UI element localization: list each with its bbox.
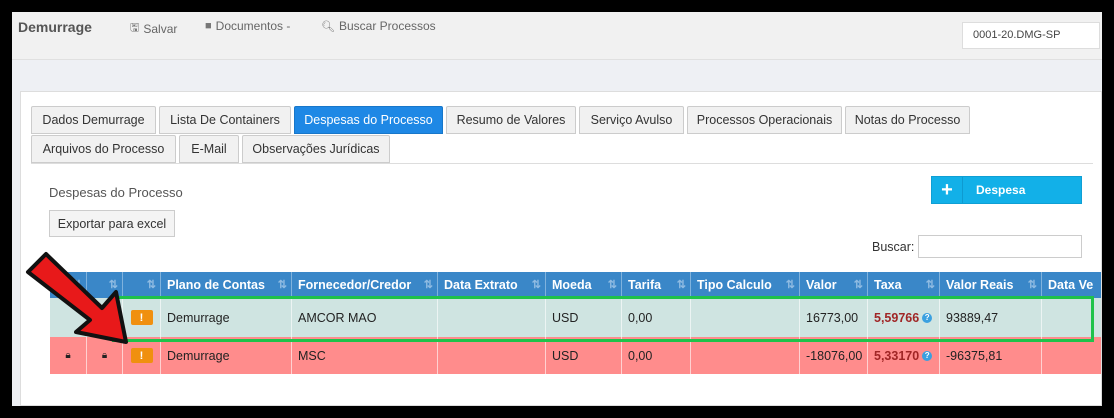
- search-processes-button[interactable]: 🔍︎ Buscar Processos: [321, 19, 436, 33]
- table-row[interactable]: ! Demurrage AMCOR MAO USD 0,00 16773,00 …: [50, 298, 1101, 337]
- col-header-fornecedor[interactable]: Fornecedor/Credor ⇅: [292, 272, 438, 298]
- tab-resumo-valores[interactable]: Resumo de Valores: [446, 106, 576, 134]
- annotation-arrow-icon: [26, 252, 128, 344]
- tab-observacoes-juridicas[interactable]: Observações Jurídicas: [242, 135, 390, 163]
- sort-icon: ⇅: [676, 279, 686, 291]
- add-expense-button[interactable]: + Despesa: [931, 176, 1082, 204]
- sort-icon: ⇅: [785, 279, 795, 291]
- help-icon[interactable]: ?: [922, 350, 933, 361]
- cell-taxa: 5,33170 ?: [868, 337, 940, 374]
- cell-plano: Demurrage: [161, 298, 292, 337]
- search-icon: 🔍︎: [321, 20, 335, 33]
- search-label: Buscar:: [872, 240, 915, 254]
- documents-label: Documentos -: [215, 19, 291, 33]
- process-selector[interactable]: 0001-20.DMG-SP: [962, 22, 1100, 49]
- save-icon: 🖫: [130, 22, 140, 34]
- sort-icon: ⇅: [853, 279, 863, 291]
- export-excel-button[interactable]: Exportar para excel: [49, 210, 175, 237]
- cell-fornecedor: AMCOR MAO: [292, 298, 438, 337]
- cell-data-ve: [1042, 298, 1101, 337]
- add-expense-label: Despesa: [976, 183, 1026, 197]
- col-header-tarifa[interactable]: Tarifa ⇅: [622, 272, 691, 298]
- cell-data-extrato: [438, 337, 546, 374]
- col-header-valor[interactable]: Valor ⇅: [800, 272, 868, 298]
- tab-notas-processo[interactable]: Notas do Processo: [845, 106, 970, 134]
- tab-processos-operacionais[interactable]: Processos Operacionais: [687, 106, 842, 134]
- cell-tarifa: 0,00: [622, 337, 691, 374]
- table-header: ⇅ ⇅ ⇅ Plano de Contas⇅ Fornecedor/Credor…: [50, 272, 1101, 298]
- col-header-valor-reais[interactable]: Valor Reais ⇅: [940, 272, 1042, 298]
- save-label: Salvar: [143, 21, 178, 36]
- col-header-data-extrato[interactable]: Data Extrato ⇅: [438, 272, 546, 298]
- top-navbar: Demurrage 🖫 Salvar ■ Documentos - 🔍︎ Bus…: [12, 12, 1102, 60]
- cell-moeda: USD: [546, 298, 622, 337]
- cell-tipo-calculo: [691, 298, 800, 337]
- cell-fornecedor: MSC: [292, 337, 438, 374]
- sort-icon: ⇅: [531, 279, 541, 291]
- col-header-data-ve[interactable]: Data Ve: [1042, 272, 1101, 298]
- tab-email[interactable]: E-Mail: [179, 135, 239, 163]
- sort-icon: ⇅: [925, 279, 935, 291]
- sort-icon: ⇅: [1027, 279, 1037, 291]
- search-processes-label: Buscar Processos: [338, 19, 436, 33]
- tab-dados-demurrage[interactable]: Dados Demurrage: [31, 106, 156, 134]
- cell-valor: 16773,00: [800, 298, 868, 337]
- sort-icon: ⇅: [277, 279, 287, 291]
- col-header-plano[interactable]: Plano de Contas ⇅: [161, 272, 292, 298]
- toolbar-strip: [12, 60, 1102, 90]
- taxa-value: 5,33170: [874, 348, 920, 363]
- table-row[interactable]: 🔒︎ 🔒︎ ! Demurrage MSC USD 0,00 -18076,00…: [50, 337, 1101, 374]
- cell-tipo-calculo: [691, 337, 800, 374]
- tab-despesas-processo[interactable]: Despesas do Processo: [294, 106, 443, 134]
- col-header-taxa[interactable]: Taxa ⇅: [868, 272, 940, 298]
- documents-menu[interactable]: ■ Documentos -: [205, 19, 290, 33]
- cell-data-extrato: [438, 298, 546, 337]
- sort-icon: ⇅: [146, 279, 156, 291]
- cell-valor: -18076,00: [800, 337, 868, 374]
- plus-icon: +: [932, 177, 963, 203]
- tab-arquivos-processo[interactable]: Arquivos do Processo: [31, 135, 176, 163]
- folder-icon: ■: [205, 20, 212, 32]
- sort-icon: ⇅: [423, 279, 433, 291]
- col-header-tipo-calculo[interactable]: Tipo Calculo ⇅: [691, 272, 800, 298]
- tab-lista-containers[interactable]: Lista De Containers: [159, 106, 291, 134]
- section-title: Despesas do Processo: [49, 185, 183, 200]
- tab-servico-avulso[interactable]: Serviço Avulso: [579, 106, 684, 134]
- save-button[interactable]: 🖫 Salvar: [130, 19, 177, 38]
- col-header-moeda[interactable]: Moeda ⇅: [546, 272, 622, 298]
- cell-tarifa: 0,00: [622, 298, 691, 337]
- cell-valor-reais: 93889,47: [940, 298, 1042, 337]
- cell-valor-reais: -96375,81: [940, 337, 1042, 374]
- tab-bar: Dados Demurrage Lista De Containers Desp…: [31, 106, 1091, 166]
- app-brand[interactable]: Demurrage: [18, 19, 92, 35]
- content-panel: Dados Demurrage Lista De Containers Desp…: [20, 91, 1102, 406]
- cell-plano: Demurrage: [161, 337, 292, 374]
- cell-taxa: 5,59766 ?: [868, 298, 940, 337]
- sort-icon: ⇅: [607, 279, 617, 291]
- tab-divider: [31, 163, 1093, 164]
- taxa-value: 5,59766: [874, 310, 920, 325]
- cell-data-ve: [1042, 337, 1101, 374]
- app-window: Demurrage 🖫 Salvar ■ Documentos - 🔍︎ Bus…: [12, 12, 1102, 406]
- help-icon[interactable]: ?: [922, 312, 933, 323]
- search-input[interactable]: [918, 235, 1082, 258]
- cell-moeda: USD: [546, 337, 622, 374]
